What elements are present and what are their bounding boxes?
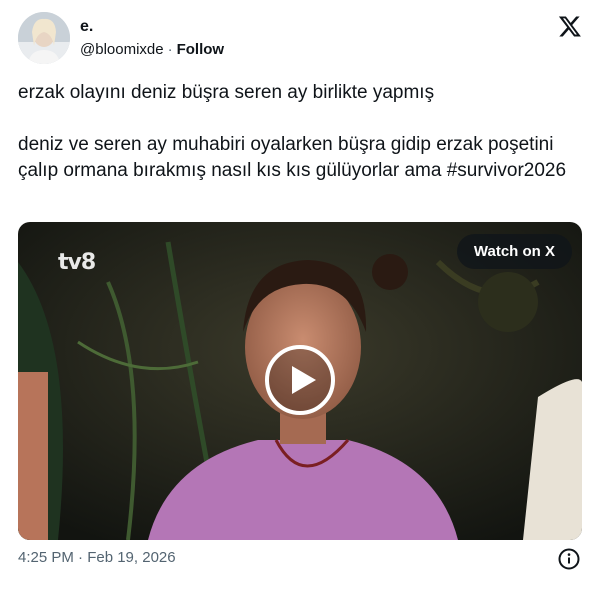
author-name[interactable]: e.: [80, 18, 93, 36]
author-handle-row: @bloomixde · Follow: [80, 41, 224, 58]
tweet-timestamp[interactable]: 4:25 PM · Feb 19, 2026: [18, 549, 176, 566]
author-handle[interactable]: @bloomixde: [80, 41, 164, 58]
play-icon[interactable]: [264, 344, 336, 416]
info-icon[interactable]: [558, 548, 580, 570]
video-player[interactable]: tv8 Watch on X: [18, 222, 582, 540]
tweet-text: erzak olayını deniz büşra seren ay birli…: [18, 82, 567, 181]
avatar[interactable]: [18, 12, 70, 64]
follow-button[interactable]: Follow: [177, 41, 225, 58]
channel-logo: tv8: [58, 250, 96, 275]
avatar-image: [18, 12, 70, 64]
watch-on-x-button[interactable]: Watch on X: [456, 234, 572, 269]
x-logo-icon[interactable]: [558, 14, 582, 38]
separator-dot: ·: [167, 41, 173, 58]
